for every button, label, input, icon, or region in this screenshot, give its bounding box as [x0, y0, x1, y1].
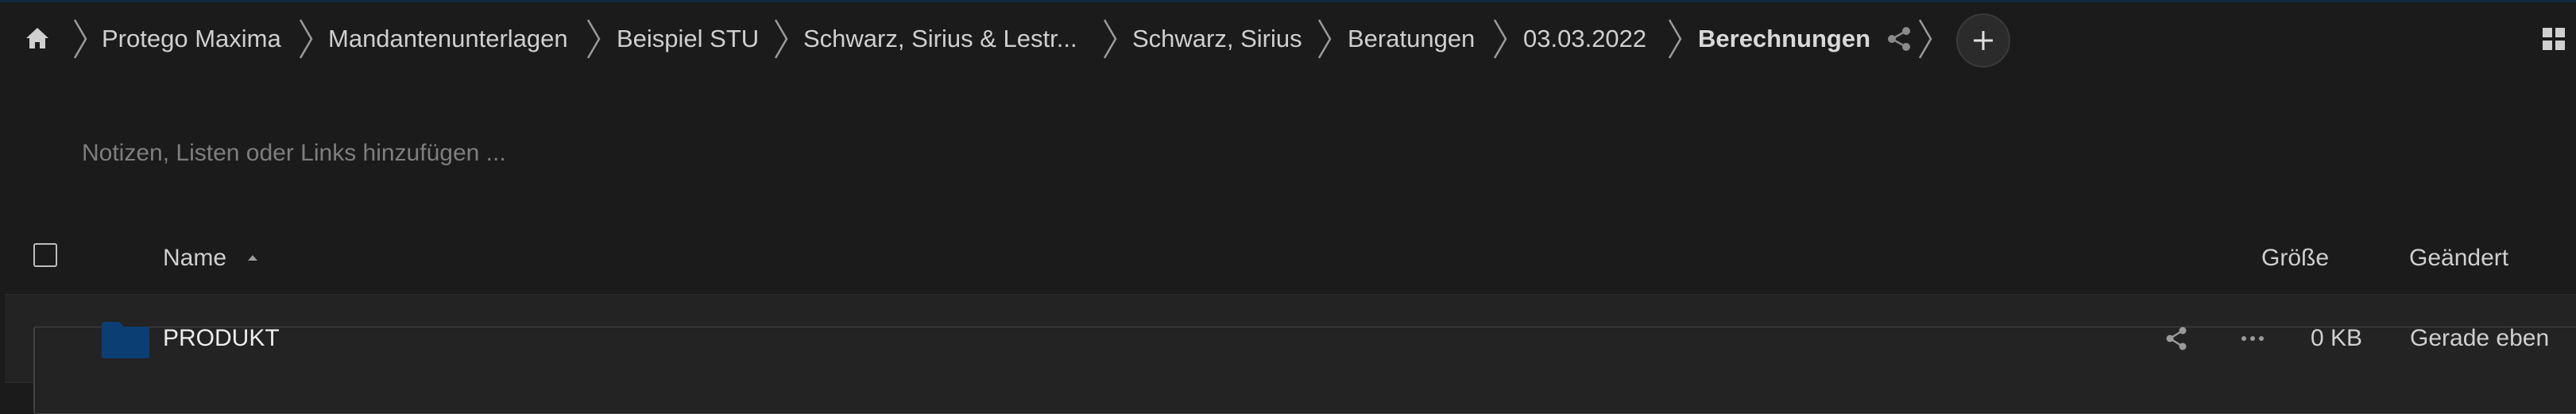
breadcrumb: Protego Maxima Mandantenunterlagen Beisp… — [0, 2, 2576, 75]
add-button[interactable] — [1956, 14, 2010, 68]
chevron-right-icon — [774, 19, 788, 59]
chevron-right-icon — [73, 19, 87, 59]
select-all-checkbox[interactable] — [33, 243, 57, 267]
folder-icon — [102, 322, 149, 358]
file-modified: Gerade eben — [2410, 325, 2550, 351]
chevron-right-icon — [299, 19, 313, 59]
row-checkbox[interactable] — [33, 327, 2576, 414]
file-size: 0 KB — [2311, 325, 2363, 351]
breadcrumb-item-date[interactable]: 03.03.2022 — [1523, 2, 1646, 75]
breadcrumb-item-current[interactable]: Berechnungen — [1698, 2, 1870, 75]
column-header-modified[interactable]: Geändert — [2409, 245, 2508, 272]
share-icon[interactable] — [2163, 325, 2190, 352]
chevron-right-icon — [1918, 19, 1932, 59]
file-list-header: Name Größe Geändert — [0, 230, 2576, 292]
breadcrumb-item-protego-maxima[interactable]: Protego Maxima — [102, 2, 281, 75]
more-actions-icon[interactable] — [2239, 325, 2266, 352]
plus-icon — [1974, 31, 1993, 50]
table-row[interactable]: PRODUKT 0 KB Gerade eben — [5, 294, 2576, 414]
chevron-right-icon — [1493, 19, 1507, 59]
breadcrumb-item-schwarz-sirius[interactable]: Schwarz, Sirius — [1132, 2, 1302, 75]
chevron-right-icon — [586, 19, 601, 59]
column-header-size[interactable]: Größe — [2261, 245, 2329, 272]
home-icon[interactable] — [22, 23, 52, 53]
breadcrumb-item-mandantenunterlagen[interactable]: Mandantenunterlagen — [328, 2, 568, 75]
breadcrumb-item-beispiel-stu[interactable]: Beispiel STU — [617, 2, 759, 75]
file-name[interactable]: PRODUKT — [163, 325, 280, 352]
chevron-right-icon — [1668, 19, 1682, 59]
column-header-name[interactable]: Name — [163, 245, 226, 272]
chevron-right-icon — [1103, 19, 1117, 59]
share-icon[interactable] — [1885, 25, 1913, 53]
sort-ascending-icon[interactable] — [246, 253, 259, 262]
notes-input[interactable]: Notizen, Listen oder Links hinzufügen ..… — [82, 140, 506, 167]
breadcrumb-item-schwarz-sirius-lestr[interactable]: Schwarz, Sirius & Lestr... — [803, 2, 1077, 75]
breadcrumb-item-beratungen[interactable]: Beratungen — [1348, 2, 1475, 75]
grid-view-icon[interactable] — [2541, 26, 2566, 52]
chevron-right-icon — [1317, 19, 1332, 59]
